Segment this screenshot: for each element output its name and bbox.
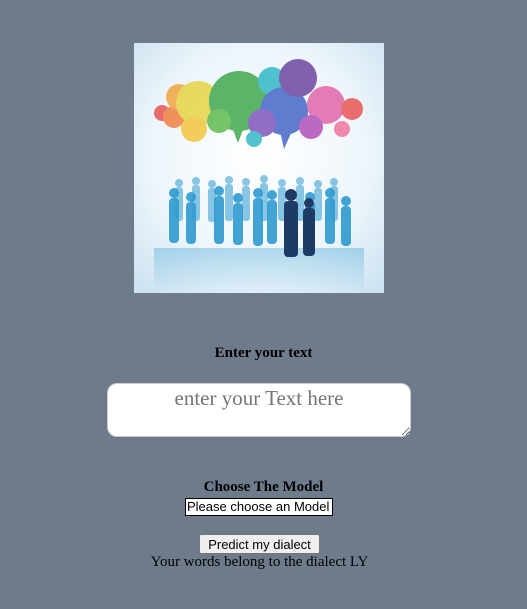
text-input-label: Enter your text (214, 345, 313, 361)
speech-bubbles-crowd-illustration (134, 43, 384, 293)
text-input[interactable] (107, 383, 411, 437)
model-select-label: Choose The Model (203, 479, 324, 495)
prediction-result: Your words belong to the dialect LY (150, 554, 369, 570)
model-select-value: Please choose an Model (187, 499, 330, 514)
model-select[interactable]: Please choose an Model (185, 498, 333, 516)
hero-image (134, 43, 384, 293)
predict-button[interactable]: Predict my dialect (199, 534, 320, 554)
